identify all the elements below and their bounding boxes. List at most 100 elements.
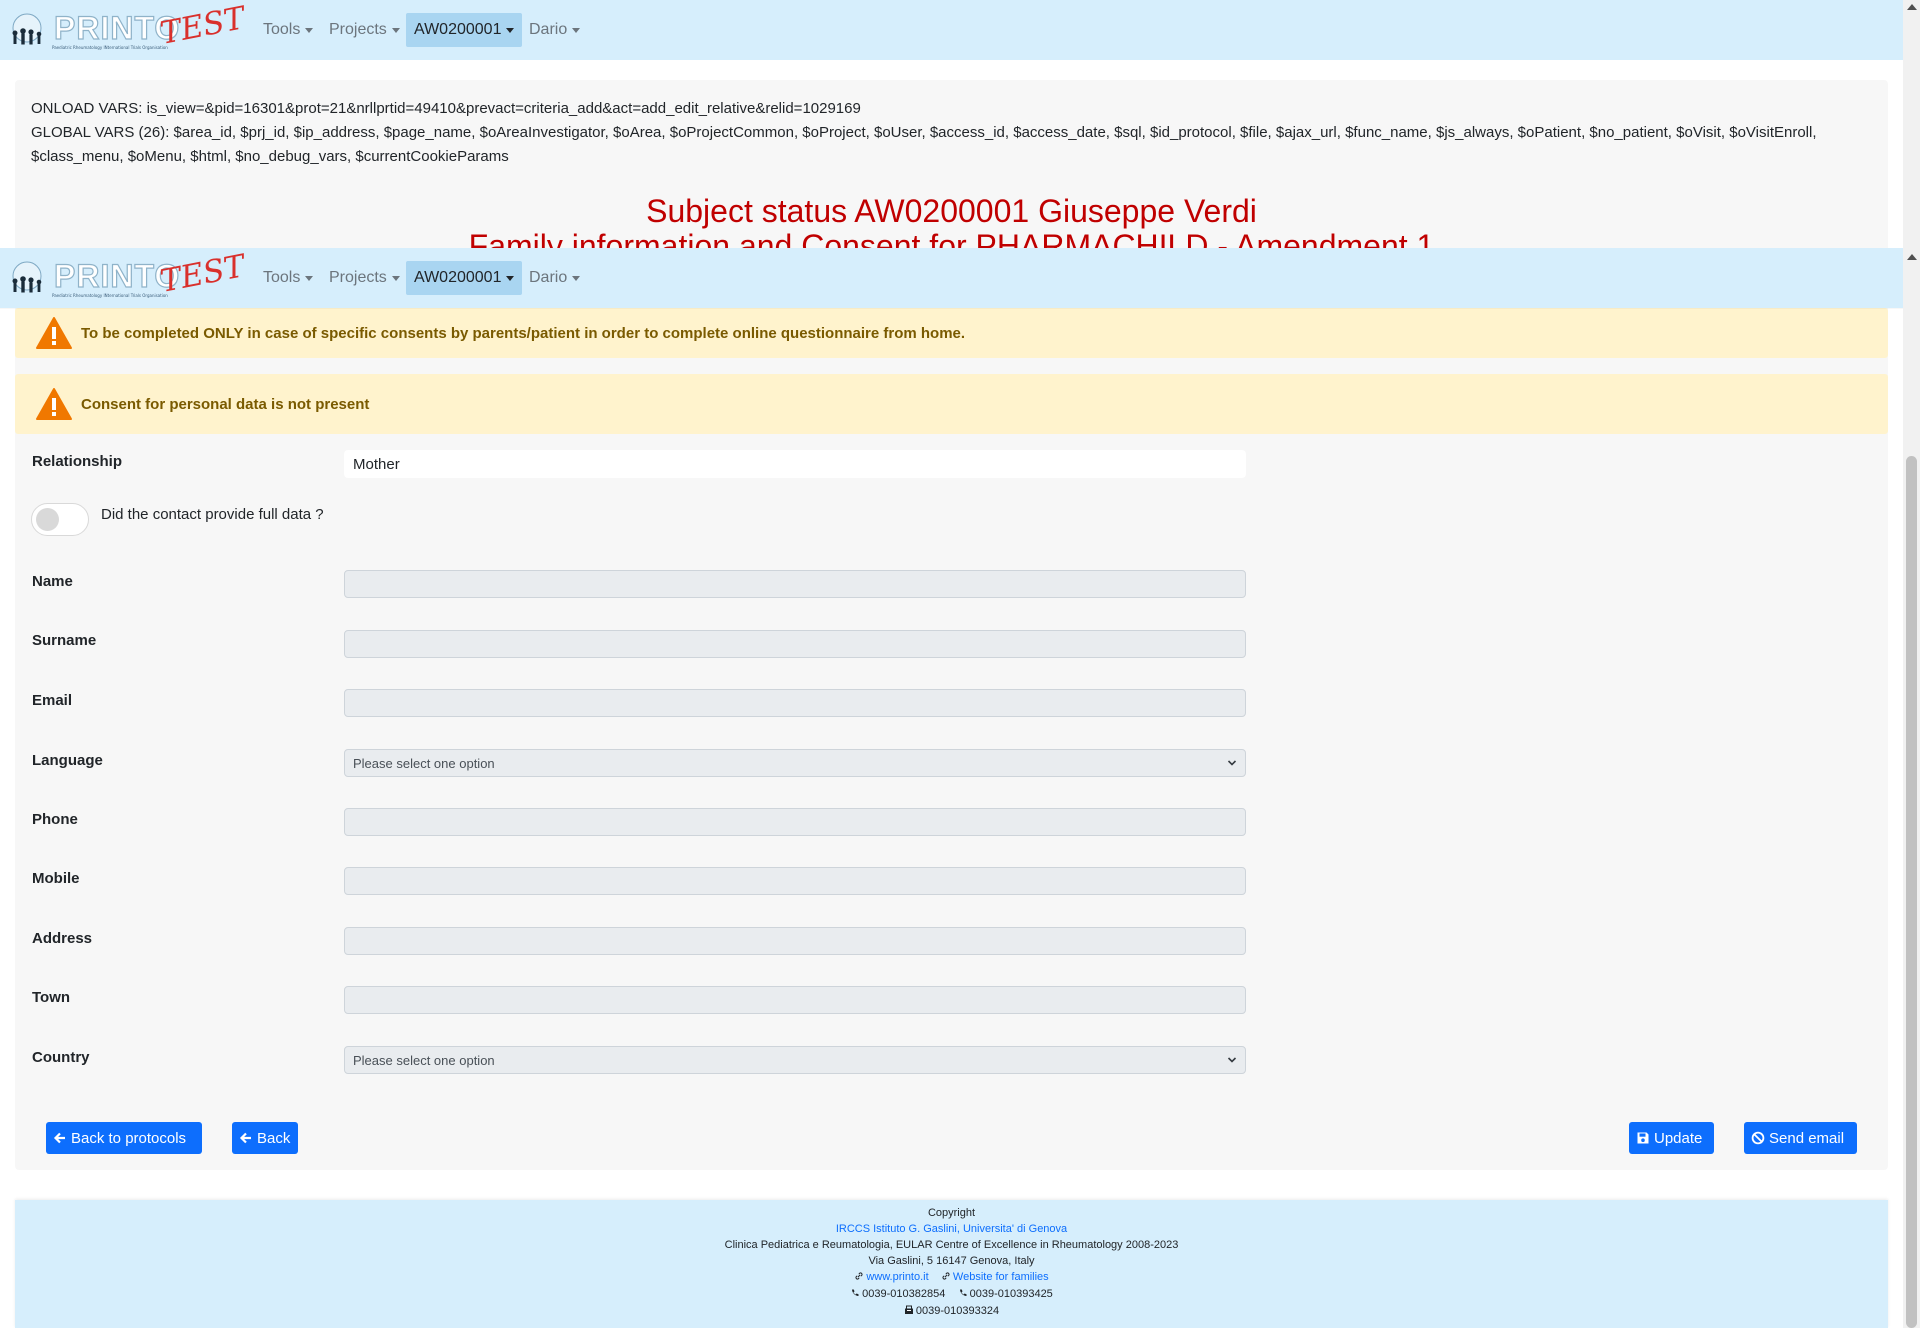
toggle-knob — [36, 508, 59, 531]
brand-logo-sticky[interactable]: PRINTO Paediatric Rheumatology INternati… — [0, 248, 248, 308]
update-label: Update — [1654, 1129, 1703, 1147]
back-to-protocols-button[interactable]: Back to protocols — [46, 1122, 202, 1154]
caret-down-icon — [572, 275, 581, 281]
top-navbar: PRINTO Paediatric Rheumatology INternati… — [0, 0, 1903, 60]
brand-tagline-sticky: Paediatric Rheumatology INternational Tr… — [52, 293, 168, 298]
footer-families-link[interactable]: Website for families — [953, 1271, 1049, 1283]
caret-down-icon — [391, 27, 400, 33]
chevron-down-icon — [1227, 760, 1237, 766]
scroll-up-arrow-icon-2[interactable] — [1907, 254, 1917, 260]
nav-user-menu[interactable]: Dario — [521, 13, 588, 47]
footer-phone-1: 0039-010382854 — [862, 1288, 946, 1300]
footer-clinic: Clinica Pediatrica e Reumatologia, EULAR… — [724, 1239, 1179, 1251]
questionnaire-alert-text: To be completed ONLY in case of specific… — [81, 324, 966, 342]
arrow-left-icon — [53, 1132, 65, 1144]
phone-icon — [959, 1289, 967, 1296]
footer-phones: 0039-010382854 0039-010393425 — [15, 1288, 1888, 1300]
nav-tools-label: Tools — [263, 269, 301, 286]
fax-icon — [904, 1305, 913, 1314]
nav-projects-menu[interactable]: Projects — [321, 13, 408, 47]
test-stamp: TEST — [157, 0, 248, 52]
warning-triangle-icon — [36, 317, 72, 349]
back-button[interactable]: Back — [232, 1122, 298, 1154]
footer-phone-2: 0039-010393425 — [969, 1288, 1053, 1300]
footer-copyright: Copyright — [927, 1207, 976, 1219]
address-input[interactable] — [344, 927, 1246, 955]
chevron-down-icon — [1227, 1057, 1237, 1063]
email-label: Email — [32, 692, 73, 709]
caret-down-icon — [305, 275, 314, 281]
brand-tagline: Paediatric Rheumatology INternational Tr… — [52, 45, 168, 50]
scrollbar-thumb[interactable] — [1906, 456, 1917, 1328]
back-to-protocols-label: Back to protocols — [71, 1129, 187, 1147]
warning-triangle-icon — [36, 388, 72, 420]
caret-down-icon — [506, 27, 515, 33]
footer-links: www.printo.it Website for families — [15, 1271, 1888, 1283]
nav-user-menu-sticky[interactable]: Dario — [521, 261, 588, 295]
debug-onload-vars: ONLOAD VARS: is_view=&pid=16301&prot=21&… — [31, 100, 861, 117]
country-label: Country — [32, 1049, 90, 1066]
nav-patient-menu-sticky[interactable]: AW0200001 — [406, 261, 523, 295]
sticky-navbar: PRINTO Paediatric Rheumatology INternati… — [0, 248, 1903, 308]
consent-alert: Consent for personal data is not present — [15, 374, 1888, 434]
footer-address: Via Gaslini, 5 16147 Genova, Italy — [868, 1255, 1035, 1267]
footer-institute-link[interactable]: IRCCS Istituto G. Gaslini, Universita' d… — [836, 1223, 1067, 1235]
language-select[interactable]: Please select one option — [344, 749, 1246, 777]
nav-patient-label: AW0200001 — [414, 269, 502, 286]
language-label: Language — [32, 752, 103, 769]
name-label: Name — [32, 573, 73, 590]
send-email-button[interactable]: Send email — [1744, 1122, 1857, 1154]
mobile-label: Mobile — [32, 870, 80, 887]
page-title: Subject status AW0200001 Giuseppe Verdi — [646, 193, 1257, 229]
link-icon — [855, 1272, 863, 1280]
mobile-input[interactable] — [344, 867, 1246, 895]
email-input[interactable] — [344, 689, 1246, 717]
debug-global-vars-cont: $class_menu, $oMenu, $html, $no_debug_va… — [31, 148, 509, 165]
nav-tools-menu-sticky[interactable]: Tools — [255, 261, 321, 295]
nav-patient-label: AW0200001 — [414, 21, 502, 38]
town-label: Town — [32, 989, 71, 1006]
link-icon — [942, 1272, 950, 1280]
nav-projects-label: Projects — [329, 269, 387, 286]
relationship-label: Relationship — [32, 453, 123, 470]
update-button[interactable]: Update — [1629, 1122, 1714, 1154]
footer: Copyright IRCCS Istituto G. Gaslini, Uni… — [15, 1200, 1888, 1328]
relationship-value: Mother — [344, 450, 1246, 478]
globe-people-icon — [12, 261, 42, 293]
caret-down-icon — [572, 27, 581, 33]
nav-projects-menu-sticky[interactable]: Projects — [321, 261, 408, 295]
floppy-disk-icon — [1637, 1132, 1649, 1144]
nav-user-label: Dario — [529, 269, 568, 286]
country-select[interactable]: Please select one option — [344, 1046, 1246, 1074]
scroll-up-arrow-icon[interactable] — [1907, 4, 1917, 10]
nav-tools-menu[interactable]: Tools — [255, 13, 321, 47]
arrow-left-icon — [239, 1132, 251, 1144]
back-label: Back — [257, 1129, 291, 1147]
brand-logo[interactable]: PRINTO Paediatric Rheumatology INternati… — [0, 0, 248, 60]
phone-label: Phone — [32, 811, 78, 828]
footer-fax: 0039-010393324 — [915, 1305, 1000, 1317]
nav-projects-label: Projects — [329, 21, 387, 38]
globe-people-icon — [12, 13, 42, 45]
surname-label: Surname — [32, 632, 97, 649]
nav-patient-menu[interactable]: AW0200001 — [406, 13, 523, 47]
language-select-value: Please select one option — [353, 755, 495, 771]
consent-alert-text: Consent for personal data is not present — [81, 395, 370, 413]
town-input[interactable] — [344, 986, 1246, 1014]
country-select-value: Please select one option — [353, 1052, 495, 1068]
ban-icon — [1751, 1131, 1765, 1145]
test-stamp-sticky: TEST — [157, 248, 248, 300]
phone-input[interactable] — [344, 808, 1246, 836]
footer-printo-link[interactable]: www.printo.it — [866, 1271, 928, 1283]
phone-icon — [852, 1289, 859, 1296]
name-input[interactable] — [344, 570, 1246, 598]
questionnaire-alert: To be completed ONLY in case of specific… — [15, 308, 1888, 358]
full-data-toggle[interactable] — [31, 503, 89, 536]
footer-fax-line: 0039-010393324 — [15, 1305, 1888, 1317]
full-data-toggle-label: Did the contact provide full data ? — [101, 506, 324, 523]
send-email-label: Send email — [1769, 1129, 1845, 1147]
debug-global-vars: GLOBAL VARS (26): $area_id, $prj_id, $ip… — [31, 124, 1817, 141]
surname-input[interactable] — [344, 630, 1246, 658]
nav-user-label: Dario — [529, 21, 568, 38]
caret-down-icon — [391, 275, 400, 281]
